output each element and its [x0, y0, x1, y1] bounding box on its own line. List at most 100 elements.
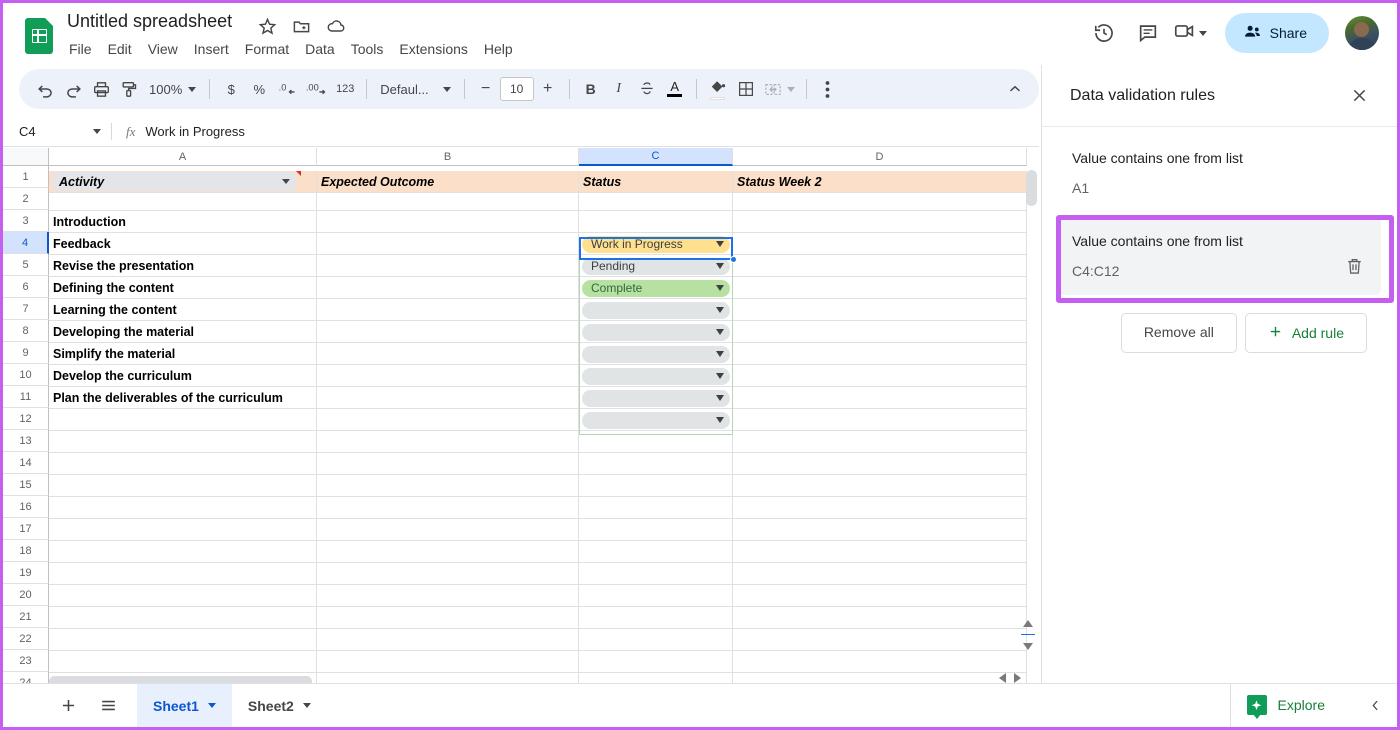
menu-item-help[interactable]: Help	[476, 39, 521, 59]
cell-a1[interactable]: Activity	[49, 171, 317, 193]
cell-D4[interactable]	[733, 233, 1027, 255]
cell-B16[interactable]	[317, 497, 579, 519]
cell-C9[interactable]	[579, 343, 733, 365]
row-header-22[interactable]: 22	[3, 628, 49, 650]
row-header-1[interactable]: 1	[3, 166, 49, 188]
cell-D15[interactable]	[733, 475, 1027, 497]
meet-camera-button[interactable]	[1173, 20, 1211, 47]
name-box[interactable]: C4	[3, 124, 111, 139]
print-button[interactable]	[87, 75, 115, 103]
cell-A6[interactable]: Defining the content	[49, 277, 317, 299]
cell-C18[interactable]	[579, 541, 733, 563]
cell-A17[interactable]	[49, 519, 317, 541]
cell-D12[interactable]	[733, 409, 1027, 431]
chevron-down-icon[interactable]	[716, 241, 724, 247]
cell-B17[interactable]	[317, 519, 579, 541]
chevron-left-icon[interactable]	[1363, 693, 1387, 717]
cell-C10[interactable]	[579, 365, 733, 387]
cell-D21[interactable]	[733, 607, 1027, 629]
row-header-23[interactable]: 23	[3, 650, 49, 672]
row-header-3[interactable]: 3	[3, 210, 49, 232]
cell-D18[interactable]	[733, 541, 1027, 563]
cell-C6[interactable]: Complete	[579, 277, 733, 299]
version-history-icon[interactable]	[1085, 14, 1123, 52]
cell-A9[interactable]: Simplify the material	[49, 343, 317, 365]
row-header-17[interactable]: 17	[3, 518, 49, 540]
cell-A22[interactable]	[49, 629, 317, 651]
cell-A20[interactable]	[49, 585, 317, 607]
cell-B14[interactable]	[317, 453, 579, 475]
validation-rule-1[interactable]: Value contains one from list A1	[1058, 135, 1381, 212]
cell-C23[interactable]	[579, 651, 733, 673]
cell-D19[interactable]	[733, 563, 1027, 585]
cell-C12[interactable]	[579, 409, 733, 431]
row-header-2[interactable]: 2	[3, 188, 49, 210]
status-dropdown-chip[interactable]: Complete	[582, 279, 730, 297]
remove-all-button[interactable]: Remove all	[1120, 313, 1237, 353]
cell-B15[interactable]	[317, 475, 579, 497]
cell-A14[interactable]	[49, 453, 317, 475]
filter-chip-a1[interactable]: Activity	[53, 171, 301, 191]
chevron-down-icon[interactable]	[716, 307, 724, 313]
cell-B7[interactable]	[317, 299, 579, 321]
italic-button[interactable]: I	[605, 75, 633, 103]
menu-item-data[interactable]: Data	[297, 39, 343, 59]
row-header-9[interactable]: 9	[3, 342, 49, 364]
row-header-7[interactable]: 7	[3, 298, 49, 320]
chevron-down-icon[interactable]	[716, 329, 724, 335]
cell-B12[interactable]	[317, 409, 579, 431]
chevron-down-icon[interactable]	[302, 703, 311, 708]
cell-C3[interactable]	[579, 211, 733, 233]
cell-D3[interactable]	[733, 211, 1027, 233]
cell-D7[interactable]	[733, 299, 1027, 321]
cell-C5[interactable]: Pending	[579, 255, 733, 277]
cell-A19[interactable]	[49, 563, 317, 585]
status-dropdown-chip[interactable]: Pending	[582, 257, 730, 275]
cell-A5[interactable]: Revise the presentation	[49, 255, 317, 277]
cell-B22[interactable]	[317, 629, 579, 651]
increase-font-size-button[interactable]: +	[534, 75, 562, 103]
cell-B3[interactable]	[317, 211, 579, 233]
cell-C15[interactable]	[579, 475, 733, 497]
cell-D8[interactable]	[733, 321, 1027, 343]
text-color-button[interactable]: A	[661, 75, 689, 103]
cell-A23[interactable]	[49, 651, 317, 673]
cell-A7[interactable]: Learning the content	[49, 299, 317, 321]
decrease-font-size-button[interactable]: −	[472, 75, 500, 103]
column-header-a[interactable]: A	[49, 148, 317, 166]
cell-D23[interactable]	[733, 651, 1027, 673]
percent-format-button[interactable]: %	[245, 75, 273, 103]
row-header-6[interactable]: 6	[3, 276, 49, 298]
redo-button[interactable]	[59, 75, 87, 103]
cell-C11[interactable]	[579, 387, 733, 409]
menu-item-file[interactable]: File	[67, 39, 100, 59]
row-header-10[interactable]: 10	[3, 364, 49, 386]
cell-D11[interactable]	[733, 387, 1027, 409]
all-sheets-button[interactable]	[91, 689, 125, 723]
menu-item-tools[interactable]: Tools	[343, 39, 392, 59]
document-title[interactable]: Untitled spreadsheet	[67, 11, 232, 32]
cell-D13[interactable]	[733, 431, 1027, 453]
row-header-18[interactable]: 18	[3, 540, 49, 562]
menu-item-edit[interactable]: Edit	[100, 39, 140, 59]
cell-D16[interactable]	[733, 497, 1027, 519]
chevron-down-icon[interactable]	[716, 263, 724, 269]
cell-B10[interactable]	[317, 365, 579, 387]
comment-icon[interactable]	[1129, 14, 1167, 52]
menu-item-insert[interactable]: Insert	[186, 39, 237, 59]
cell-A12[interactable]	[49, 409, 317, 431]
cell-C14[interactable]	[579, 453, 733, 475]
decrease-decimal-button[interactable]: .0	[273, 75, 301, 103]
status-dropdown-chip[interactable]	[582, 301, 730, 319]
cell-C17[interactable]	[579, 519, 733, 541]
close-icon[interactable]	[1347, 84, 1371, 108]
cell-C20[interactable]	[579, 585, 733, 607]
row-header-16[interactable]: 16	[3, 496, 49, 518]
increase-decimal-button[interactable]: .00	[301, 75, 331, 103]
cell-A13[interactable]	[49, 431, 317, 453]
cell-C13[interactable]	[579, 431, 733, 453]
cell-B6[interactable]	[317, 277, 579, 299]
cell-D9[interactable]	[733, 343, 1027, 365]
cell-A4[interactable]: Feedback	[49, 233, 317, 255]
cell-B20[interactable]	[317, 585, 579, 607]
